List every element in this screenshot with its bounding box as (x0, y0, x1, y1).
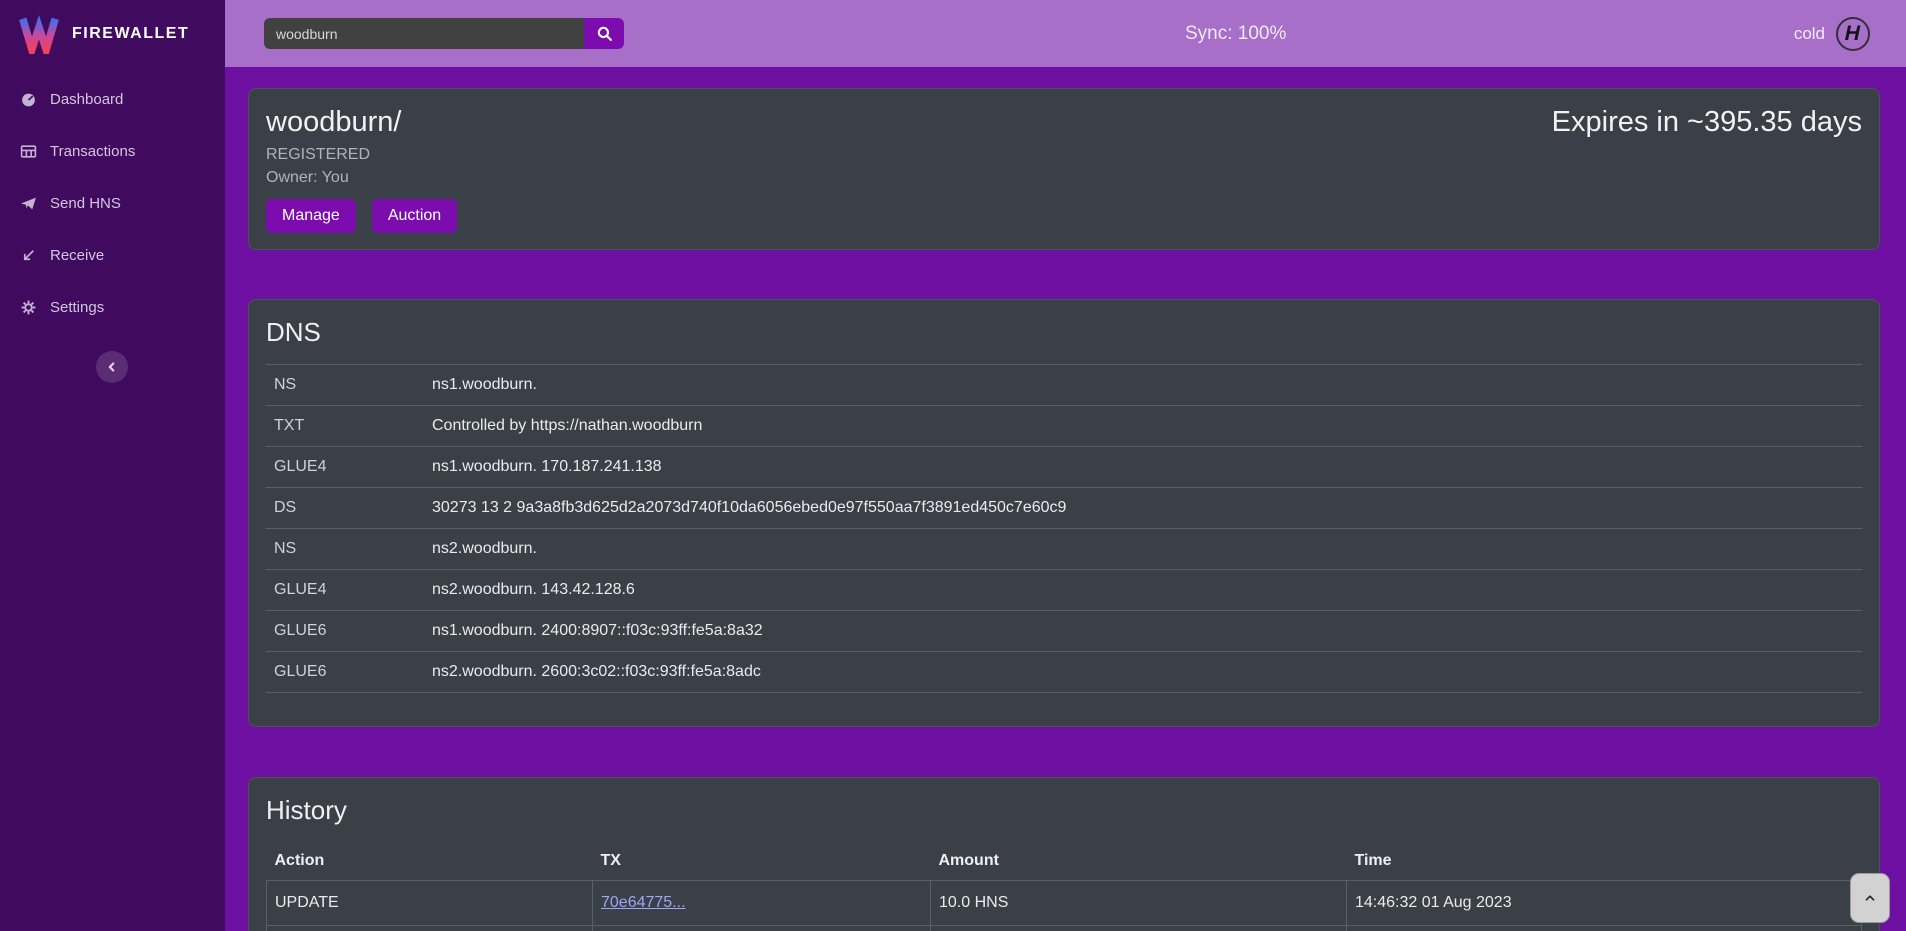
dns-record-type: NS (266, 529, 424, 570)
app-logo: FIREWALLET (0, 0, 225, 67)
dns-record-value: ns1.woodburn. 2400:8907::f03c:93ff:fe5a:… (424, 611, 1862, 652)
sidebar-item-label: Settings (50, 299, 104, 316)
dns-record-row: DS 30273 13 2 9a3a8fb3d625d2a2073d740f10… (266, 488, 1862, 529)
dns-table: NS ns1.woodburn. TXT Controlled by https… (266, 364, 1862, 693)
settings-icon (20, 299, 37, 316)
main-content: woodburn/ REGISTERED Owner: You Manage A… (225, 67, 1906, 931)
dns-record-value: ns2.woodburn. 143.42.128.6 (424, 570, 1862, 611)
app-title: FIREWALLET (72, 25, 189, 43)
dns-record-type: GLUE4 (266, 570, 424, 611)
dns-record-row: GLUE4 ns2.woodburn. 143.42.128.6 (266, 570, 1862, 611)
history-col-time: Time (1347, 842, 1862, 881)
dns-title: DNS (266, 317, 1862, 348)
sidebar-item-send-hns[interactable]: Send HNS (0, 177, 225, 229)
sidebar: FIREWALLET Dashboard Transactions Send H… (0, 0, 225, 931)
tx-link[interactable]: 70e64775... (601, 894, 686, 911)
sidebar-item-settings[interactable]: Settings (0, 281, 225, 333)
wallet-name: cold (1794, 24, 1825, 44)
sync-status: Sync: 100% (1185, 23, 1286, 45)
sidebar-item-dashboard[interactable]: Dashboard (0, 73, 225, 125)
send-icon (20, 195, 37, 212)
history-col-amount: Amount (931, 842, 1347, 881)
dns-record-value: ns1.woodburn. 170.187.241.138 (424, 447, 1862, 488)
domain-info: woodburn/ REGISTERED Owner: You Manage A… (266, 106, 457, 233)
sidebar-collapse-button[interactable] (96, 351, 128, 383)
dns-card: DNS NS ns1.woodburn. TXT Controlled by h… (248, 299, 1880, 727)
search-button[interactable] (584, 18, 624, 49)
domain-expiry: Expires in ~395.35 days (1552, 106, 1862, 139)
search-input[interactable] (264, 18, 584, 49)
receive-icon (20, 247, 37, 264)
transactions-icon (20, 143, 37, 160)
history-title: History (266, 795, 1862, 826)
top-bar: Sync: 100% cold H (225, 0, 1906, 67)
sidebar-item-receive[interactable]: Receive (0, 229, 225, 281)
history-time: 15:15:36 07 Feb 2023 (1347, 926, 1862, 931)
dns-record-row: NS ns1.woodburn. (266, 365, 1862, 406)
dns-record-type: GLUE6 (266, 611, 424, 652)
chevron-up-icon (1862, 890, 1878, 906)
history-col-action: Action (267, 842, 593, 881)
dns-record-row: NS ns2.woodburn. (266, 529, 1862, 570)
history-header-row: Action TX Amount Time (267, 842, 1862, 881)
search-icon (596, 25, 613, 42)
history-row: UPDATE 70e64775... 10.0 HNS 14:46:32 01 … (267, 881, 1862, 926)
sidebar-item-label: Send HNS (50, 195, 121, 212)
dns-record-value: 30273 13 2 9a3a8fb3d625d2a2073d740f10da6… (424, 488, 1862, 529)
domain-name: woodburn/ (266, 106, 457, 139)
sidebar-nav: Dashboard Transactions Send HNS Receive (0, 73, 225, 333)
dns-record-value: ns1.woodburn. (424, 365, 1862, 406)
dns-record-value: ns2.woodburn. (424, 529, 1862, 570)
history-action: RENEW (267, 926, 593, 931)
dns-record-type: GLUE4 (266, 447, 424, 488)
wallet-selector[interactable]: cold H (1794, 0, 1870, 67)
dns-record-row: GLUE6 ns2.woodburn. 2600:3c02::f03c:93ff… (266, 652, 1862, 693)
dns-record-row: GLUE4 ns1.woodburn. 170.187.241.138 (266, 447, 1862, 488)
history-card: History Action TX Amount Time UPDATE 70e… (248, 777, 1880, 931)
handshake-logo-icon: H (1836, 17, 1870, 51)
manage-button[interactable]: Manage (266, 199, 356, 233)
chevron-left-icon (105, 360, 119, 374)
history-amount: 10.0 HNS (931, 926, 1347, 931)
sidebar-item-label: Transactions (50, 143, 135, 160)
dns-record-type: GLUE6 (266, 652, 424, 693)
auction-button[interactable]: Auction (372, 199, 457, 233)
sidebar-item-label: Receive (50, 247, 104, 264)
domain-card: woodburn/ REGISTERED Owner: You Manage A… (248, 88, 1880, 250)
history-table: Action TX Amount Time UPDATE 70e64775...… (266, 842, 1862, 931)
dns-record-type: TXT (266, 406, 424, 447)
scroll-to-top-button[interactable] (1850, 873, 1890, 923)
history-col-tx: TX (593, 842, 931, 881)
history-action: UPDATE (267, 881, 593, 926)
domain-status: REGISTERED (266, 146, 457, 164)
search-bar (264, 18, 624, 49)
domain-owner: Owner: You (266, 169, 457, 187)
dns-record-value: ns2.woodburn. 2600:3c02::f03c:93ff:fe5a:… (424, 652, 1862, 693)
dns-record-type: DS (266, 488, 424, 529)
firewallet-logo-icon (18, 14, 60, 54)
history-row: RENEW d7b5d3c2... 10.0 HNS 15:15:36 07 F… (267, 926, 1862, 931)
dns-record-value: Controlled by https://nathan.woodburn (424, 406, 1862, 447)
sidebar-item-transactions[interactable]: Transactions (0, 125, 225, 177)
sidebar-item-label: Dashboard (50, 91, 123, 108)
dns-record-row: GLUE6 ns1.woodburn. 2400:8907::f03c:93ff… (266, 611, 1862, 652)
dns-record-type: NS (266, 365, 424, 406)
dns-record-row: TXT Controlled by https://nathan.woodbur… (266, 406, 1862, 447)
dashboard-icon (20, 91, 37, 108)
history-amount: 10.0 HNS (931, 881, 1347, 926)
history-time: 14:46:32 01 Aug 2023 (1347, 881, 1862, 926)
